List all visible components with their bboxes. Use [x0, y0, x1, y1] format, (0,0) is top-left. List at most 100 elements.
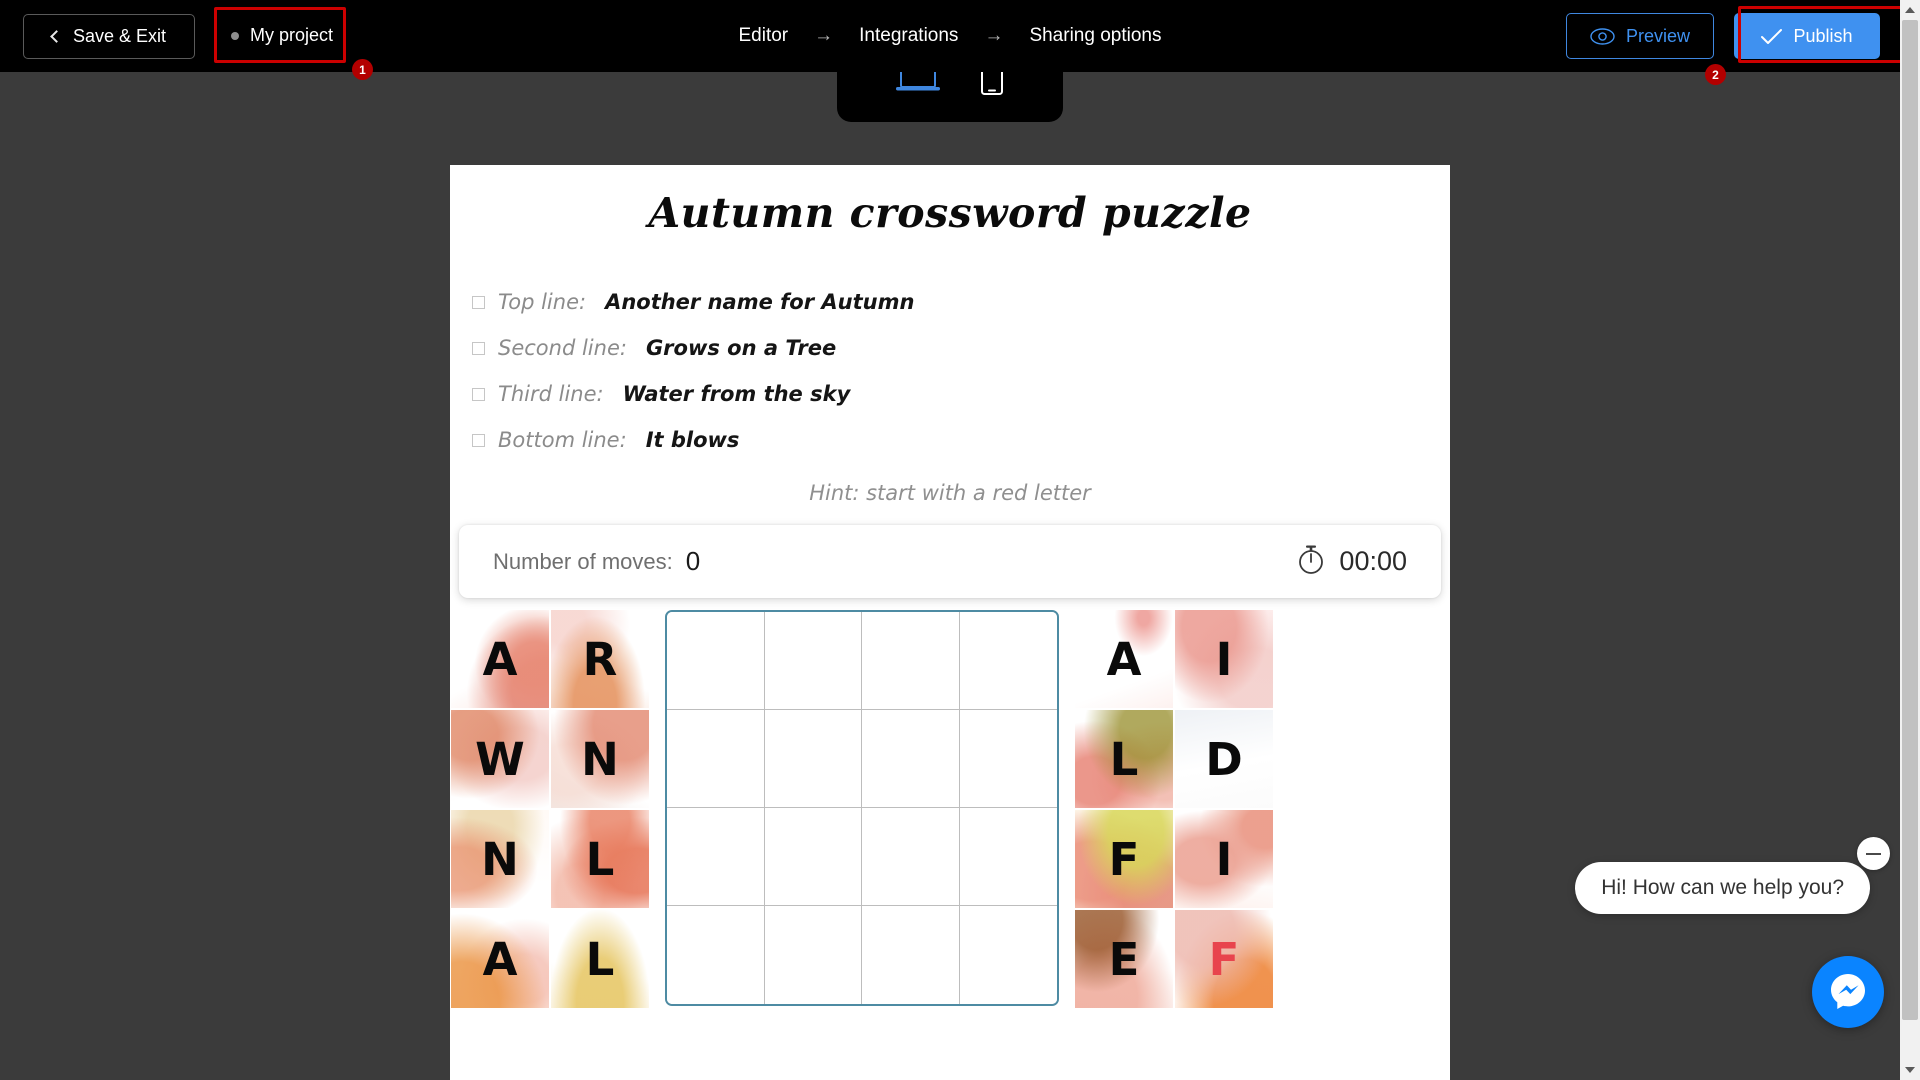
publish-label: Publish	[1793, 25, 1853, 46]
board-cell[interactable]	[667, 906, 765, 1004]
triangle-up-icon	[1905, 7, 1915, 13]
tile-letter: L	[1109, 732, 1139, 786]
clue-text: It blows	[645, 428, 740, 452]
arrow-right-icon-1: →	[814, 25, 834, 46]
clue-text: Water from the sky	[622, 382, 851, 406]
board-cell[interactable]	[862, 612, 960, 710]
tile-letter: N	[481, 832, 519, 886]
board-cell[interactable]	[862, 808, 960, 906]
board-cell[interactable]	[764, 906, 862, 1004]
board-cell[interactable]	[862, 906, 960, 1004]
eye-icon	[1590, 27, 1615, 45]
clue-label: Second line:	[498, 336, 627, 360]
messenger-chat-button[interactable]	[1812, 956, 1884, 1028]
clue-item[interactable]: Top line: Another name for Autumn	[472, 279, 1450, 325]
page-scrollbar[interactable]	[1900, 0, 1920, 1080]
puzzle-hint: Hint: start with a red letter	[809, 481, 1091, 505]
letter-tile[interactable]: D	[1175, 710, 1273, 808]
board-cell[interactable]	[667, 612, 765, 710]
triangle-down-icon	[1905, 1067, 1915, 1073]
tile-letter: A	[1106, 632, 1142, 686]
left-letter-tray: A R W N N L A L	[451, 610, 649, 1008]
letter-tile[interactable]: I	[1175, 610, 1273, 708]
top-toolbar: Save & Exit My project Editor → Integrat…	[0, 0, 1900, 72]
letter-tile[interactable]: R	[551, 610, 649, 708]
tile-letter: I	[1215, 832, 1233, 886]
tile-letter: I	[1215, 632, 1233, 686]
letter-tile[interactable]: A	[451, 910, 549, 1008]
letter-tile[interactable]: W	[451, 710, 549, 808]
status-dot-icon	[231, 31, 239, 40]
board-cell[interactable]	[764, 612, 862, 710]
letter-tile[interactable]: F	[1175, 910, 1273, 1008]
clue-checkbox[interactable]	[472, 295, 485, 309]
letter-tile[interactable]: A	[451, 610, 549, 708]
board-cell[interactable]	[959, 906, 1057, 1004]
clue-text: Another name for Autumn	[605, 290, 915, 314]
board-cell[interactable]	[959, 710, 1057, 808]
clue-checkbox[interactable]	[472, 387, 485, 401]
step-editor[interactable]: Editor	[739, 25, 789, 47]
right-letter-tray: A I L D F I E F	[1075, 610, 1273, 1008]
tile-letter: E	[1108, 932, 1140, 986]
scroll-up-button[interactable]	[1900, 0, 1920, 20]
annotation-badge-1: 1	[352, 59, 373, 80]
tile-letter: W	[475, 732, 525, 786]
clue-text: Grows on a Tree	[645, 336, 837, 360]
annotation-badge-2: 2	[1705, 64, 1726, 85]
chevron-left-icon	[50, 30, 63, 43]
timer-group: 00:00	[1297, 543, 1407, 580]
messenger-icon	[1827, 969, 1869, 1016]
clue-item[interactable]: Third line: Water from the sky	[472, 371, 1450, 417]
board-cell[interactable]	[959, 808, 1057, 906]
letter-tile[interactable]: F	[1075, 810, 1173, 908]
project-name-button[interactable]: My project	[215, 8, 349, 63]
letter-tile[interactable]: A	[1075, 610, 1173, 708]
board-cell[interactable]	[764, 710, 862, 808]
board-cell[interactable]	[667, 808, 765, 906]
letter-tile[interactable]: N	[451, 810, 549, 908]
clue-label: Bottom line:	[498, 428, 627, 452]
board-cell[interactable]	[764, 808, 862, 906]
preview-label: Preview	[1625, 25, 1691, 46]
chat-minimize-button[interactable]	[1857, 837, 1890, 870]
letter-tile[interactable]: I	[1175, 810, 1273, 908]
board-cell[interactable]	[959, 612, 1057, 710]
board-cell[interactable]	[862, 710, 960, 808]
step-sharing-options[interactable]: Sharing options	[1029, 25, 1161, 47]
letter-tile[interactable]: E	[1075, 910, 1173, 1008]
save-and-exit-button[interactable]: Save & Exit	[23, 14, 195, 59]
arrow-right-icon-2: →	[984, 25, 1004, 46]
clue-item[interactable]: Second line: Grows on a Tree	[472, 325, 1450, 371]
crossword-board	[665, 610, 1059, 1006]
letter-tile[interactable]: L	[551, 910, 649, 1008]
preview-button[interactable]: Preview	[1566, 13, 1714, 59]
header-actions: Preview Publish	[1566, 13, 1880, 59]
tile-letter: L	[585, 832, 615, 886]
minus-icon	[1866, 852, 1881, 855]
puzzle-play-area: A R W N N L A L A I L D F I E F	[450, 610, 1450, 1080]
scroll-down-button[interactable]	[1900, 1060, 1920, 1080]
publish-button[interactable]: Publish	[1734, 13, 1880, 59]
timer-value: 00:00	[1339, 546, 1407, 576]
save-and-exit-label: Save & Exit	[72, 26, 167, 46]
puzzle-title: Autumn crossword puzzle	[648, 189, 1252, 237]
project-name-label: My project	[250, 25, 334, 45]
clue-checkbox[interactable]	[472, 341, 485, 355]
clue-item[interactable]: Bottom line: It blows	[472, 417, 1450, 463]
scrollbar-thumb[interactable]	[1902, 20, 1918, 1020]
moves-label: Number of moves:	[493, 548, 673, 574]
board-cell[interactable]	[667, 710, 765, 808]
tile-letter: D	[1205, 732, 1243, 786]
puzzle-stats-bar: Number of moves: 0 00:00	[459, 525, 1441, 598]
clue-checkbox[interactable]	[472, 433, 485, 447]
clue-list: Top line: Another name for Autumn Second…	[472, 279, 1450, 463]
step-integrations[interactable]: Integrations	[859, 25, 958, 47]
clue-label: Top line:	[498, 290, 587, 314]
letter-tile[interactable]: L	[1075, 710, 1173, 808]
page-preview-canvas: Autumn crossword puzzle Top line: Anothe…	[450, 165, 1450, 1080]
chat-greeting-bubble[interactable]: Hi! How can we help you?	[1575, 862, 1870, 914]
letter-tile[interactable]: N	[551, 710, 649, 808]
stopwatch-icon	[1297, 543, 1325, 580]
letter-tile[interactable]: L	[551, 810, 649, 908]
